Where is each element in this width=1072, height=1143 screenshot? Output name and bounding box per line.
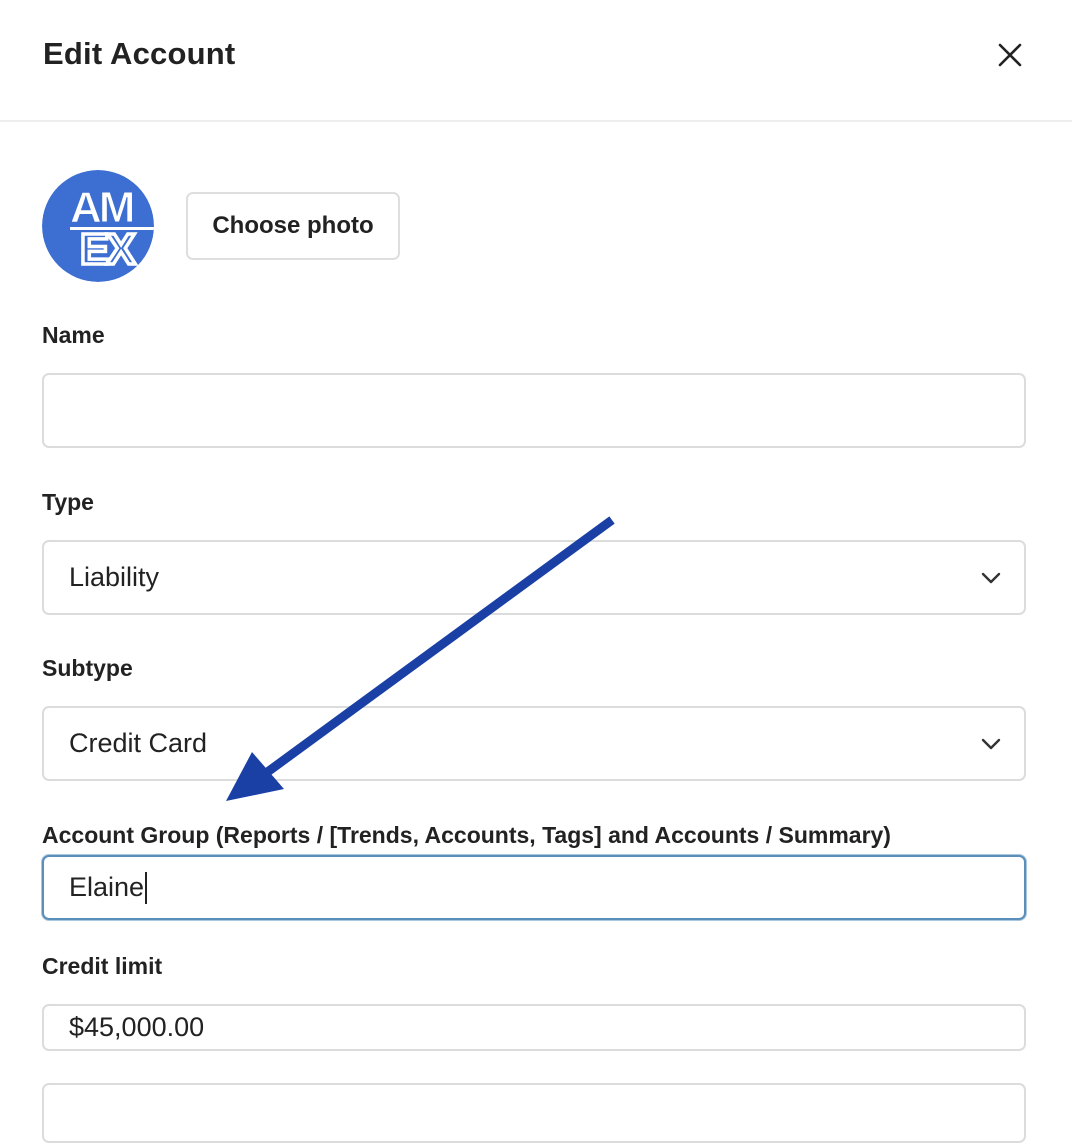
name-input[interactable]: [42, 373, 1026, 448]
credit-limit-label: Credit limit: [42, 953, 163, 979]
subtype-select[interactable]: Credit Card: [42, 706, 1026, 781]
type-value: Liability: [69, 562, 160, 592]
logo-text-bottom: EX: [80, 225, 135, 274]
account-group-label: Account Group (Reports / [Trends, Accoun…: [42, 822, 891, 848]
name-label: Name: [42, 322, 105, 348]
credit-limit-value: $45,000.00: [69, 1012, 205, 1042]
chevron-down-icon: [981, 738, 1001, 749]
dialog-header: Edit Account: [0, 0, 1072, 122]
chevron-down-icon: [981, 572, 1001, 583]
dialog-title: Edit Account: [43, 36, 236, 71]
amex-logo-icon: AM EX: [42, 170, 154, 282]
type-select[interactable]: Liability: [42, 540, 1026, 615]
credit-limit-input[interactable]: $45,000.00: [42, 1004, 1026, 1051]
type-label: Type: [42, 489, 94, 515]
text-caret: [145, 871, 148, 904]
subtype-value: Credit Card: [69, 728, 208, 758]
next-input[interactable]: [42, 1083, 1026, 1143]
subtype-label: Subtype: [42, 655, 133, 681]
close-icon: [998, 43, 1022, 67]
account-group-input[interactable]: Elaine: [42, 855, 1026, 920]
avatar[interactable]: AM EX: [42, 170, 154, 282]
photo-row: AM EX Choose photo: [42, 170, 742, 282]
choose-photo-button[interactable]: Choose photo: [186, 192, 400, 260]
close-button[interactable]: [990, 35, 1030, 75]
account-group-value: Elaine: [69, 872, 145, 902]
